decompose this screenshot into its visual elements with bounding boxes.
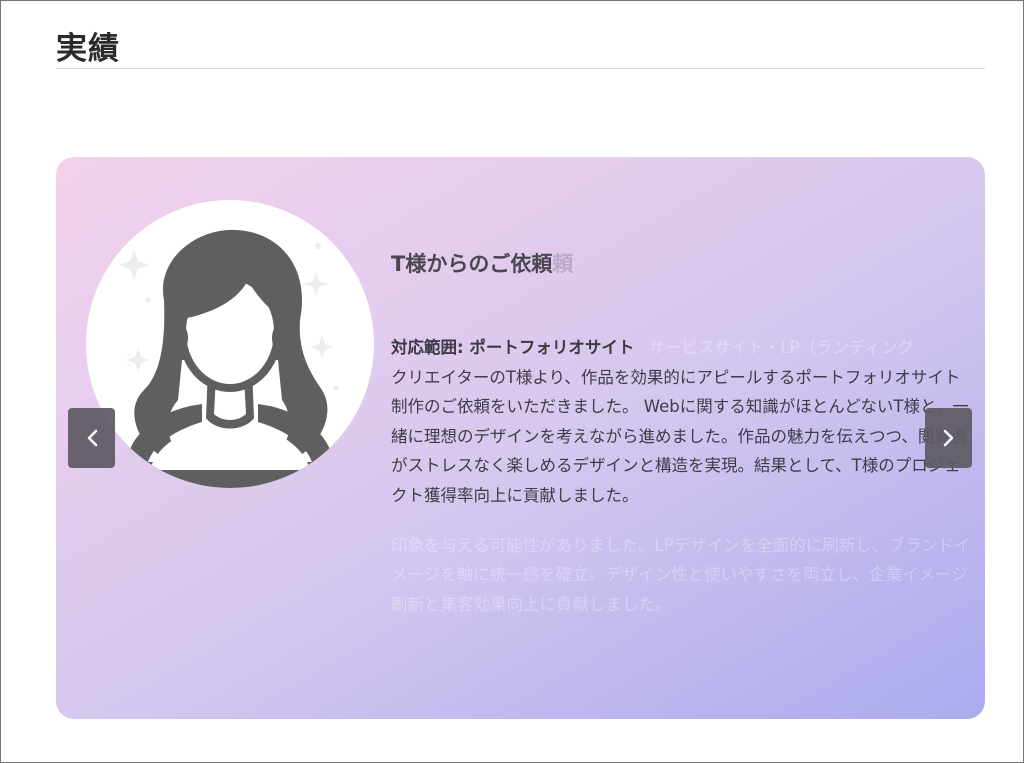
slide-title: T様からのご依頼頼 — [391, 248, 573, 278]
ghost-description: 印象を与える可能性がありました。LPデザインを全面的に刷新し、ブランドイメージを… — [391, 536, 971, 614]
scope-text: 対応範囲: ポートフォリオサイト — [391, 338, 635, 357]
title-divider — [56, 68, 985, 69]
chevron-left-icon — [87, 429, 97, 447]
page-frame: 実績 T様からのご依頼頼 対応範囲: ポートフォリオサイト サービスサイト・LP… — [0, 0, 1024, 763]
next-slide-button[interactable] — [925, 408, 972, 468]
works-slide-card: T様からのご依頼頼 対応範囲: ポートフォリオサイト サービスサイト・LP（ランデ… — [56, 157, 985, 719]
woman-avatar-icon — [119, 229, 339, 488]
client-avatar — [86, 200, 374, 488]
scope-line: 対応範囲: ポートフォリオサイト サービスサイト・LP（ランディング — [391, 334, 914, 358]
prev-slide-button[interactable] — [68, 408, 115, 468]
section-title: 実績 — [56, 31, 120, 67]
slide-description: クリエイターのT様より、作品を効果的にアピールするポートフォリオサイト制作のご依… — [391, 368, 969, 505]
slide-title-text: T様からのご依頼 — [391, 252, 553, 276]
slide-title-ghost: 頼 — [552, 252, 574, 276]
scope-ghost: サービスサイト・LP（ランディング — [648, 338, 914, 357]
chevron-right-icon — [943, 429, 953, 447]
